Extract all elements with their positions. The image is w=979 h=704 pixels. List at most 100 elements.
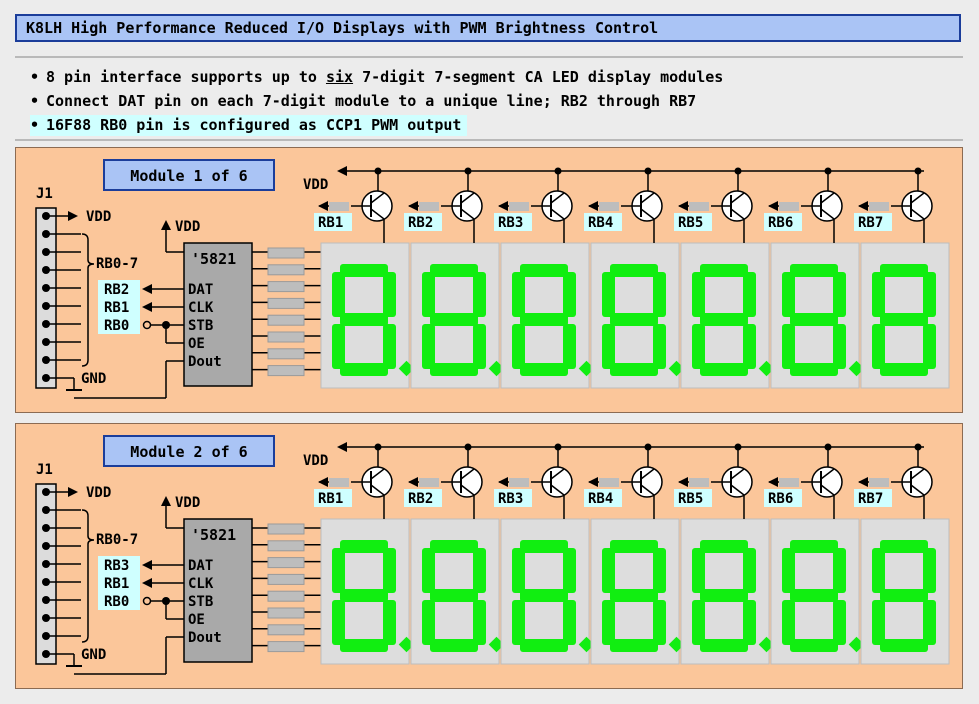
driver-label-rb4: RB4	[588, 491, 613, 507]
led-segment	[520, 264, 568, 277]
driver-label-rb2: RB2	[408, 491, 433, 507]
base-resistor	[779, 478, 799, 487]
led-segment	[383, 324, 396, 369]
base-arrow-icon	[768, 477, 778, 487]
led-segment	[782, 272, 795, 317]
led-segment	[512, 272, 525, 317]
led-segment	[610, 589, 658, 602]
led-segment	[790, 313, 838, 326]
chip-pin-dout: Dout	[188, 354, 222, 370]
led-segment	[872, 600, 885, 645]
module-2-panel: Module 2 of 6 J1 VDD GND RB0-7 RB3 RB1 RB0 VDD '5…	[15, 423, 963, 689]
led-segment	[422, 272, 435, 317]
page-title: K8LH High Performance Reduced I/O Displa…	[15, 14, 961, 42]
base-arrow-icon	[408, 477, 418, 487]
led-segment	[743, 324, 756, 369]
port-label-rb3: RB3	[104, 558, 129, 574]
chip-vdd-label: VDD	[175, 219, 200, 235]
led-segment	[880, 363, 928, 376]
segment-resistor	[267, 607, 305, 619]
led-segment	[610, 313, 658, 326]
segment-resistor	[267, 557, 305, 569]
chip-pin-oe: OE	[188, 336, 205, 352]
base-resistor	[599, 202, 619, 211]
led-segment	[833, 600, 846, 645]
connector-label: J1	[36, 186, 53, 202]
led-segment	[563, 272, 576, 317]
led-segment	[610, 540, 658, 553]
driver-label-rb2: RB2	[408, 215, 433, 231]
vdd-arrow-icon	[68, 487, 78, 497]
led-segment	[833, 324, 846, 369]
segment-resistor	[267, 590, 305, 602]
led-segment	[610, 264, 658, 277]
led-segment	[880, 639, 928, 652]
led-segment	[473, 600, 486, 645]
led-segment	[833, 548, 846, 593]
led-segment	[383, 600, 396, 645]
clk-arrow-icon	[142, 578, 152, 588]
led-segment	[743, 600, 756, 645]
chip-pin-clk: CLK	[188, 576, 214, 592]
led-segment	[790, 363, 838, 376]
clk-arrow-icon	[142, 302, 152, 312]
chip-pin-clk: CLK	[188, 300, 214, 316]
chip-vdd-label: VDD	[175, 495, 200, 511]
bullet-3: • 16F88 RB0 pin is configured as CCP1 PWM…	[30, 115, 468, 136]
base-resistor	[779, 202, 799, 211]
led-segment	[602, 600, 615, 645]
base-arrow-icon	[678, 477, 688, 487]
led-segment	[833, 272, 846, 317]
port-label-rb0: RB0	[104, 318, 129, 334]
base-resistor	[869, 202, 889, 211]
led-segment	[692, 272, 705, 317]
led-segment	[610, 363, 658, 376]
driver-label-rb7: RB7	[858, 215, 883, 231]
module-title: Module 1 of 6	[130, 167, 247, 185]
port-label-rb1: RB1	[104, 576, 129, 592]
chip-pin-dat: DAT	[188, 282, 213, 298]
driver-vdd-arrow-icon	[337, 166, 347, 176]
chip-pin-stb: STB	[188, 318, 213, 334]
led-segment	[520, 639, 568, 652]
segment-resistor	[267, 331, 305, 343]
led-segment	[340, 540, 388, 553]
led-segment	[790, 589, 838, 602]
driver-label-rb1: RB1	[318, 215, 343, 231]
base-resistor	[689, 478, 709, 487]
led-segment	[790, 264, 838, 277]
led-segment	[430, 313, 478, 326]
led-segment	[602, 324, 615, 369]
segment-resistor	[267, 641, 305, 653]
module-1-panel: Module 1 of 6 J1 VDD GND RB0-7 RB2 RB1 RB0 VDD '5…	[15, 147, 963, 413]
base-arrow-icon	[318, 201, 328, 211]
led-segment	[790, 639, 838, 652]
bus-brace	[81, 233, 95, 367]
base-arrow-icon	[768, 201, 778, 211]
segment-resistor	[267, 523, 305, 535]
led-segment	[923, 272, 936, 317]
led-segment	[563, 324, 576, 369]
segment-resistor	[267, 624, 305, 636]
chip-pin-oe: OE	[188, 612, 205, 628]
dat-arrow-icon	[142, 284, 152, 294]
led-segment	[782, 324, 795, 369]
led-segment	[422, 600, 435, 645]
module-title: Module 2 of 6	[130, 443, 247, 461]
led-segment	[340, 639, 388, 652]
led-segment	[743, 548, 756, 593]
base-arrow-icon	[498, 477, 508, 487]
led-segment	[520, 540, 568, 553]
module-2-schematic: Module 2 of 6 J1 VDD GND RB0-7 RB3 RB1 RB0 VDD '5…	[35, 435, 950, 675]
led-segment	[692, 600, 705, 645]
led-segment	[700, 313, 748, 326]
led-segment	[422, 324, 435, 369]
base-arrow-icon	[408, 201, 418, 211]
led-segment	[653, 272, 666, 317]
driver-label-rb6: RB6	[768, 215, 793, 231]
driver-vdd-label: VDD	[303, 177, 328, 193]
bus-label: RB0-7	[96, 256, 138, 272]
led-segment	[700, 639, 748, 652]
connector-vdd-label: VDD	[86, 209, 111, 225]
led-segment	[520, 363, 568, 376]
